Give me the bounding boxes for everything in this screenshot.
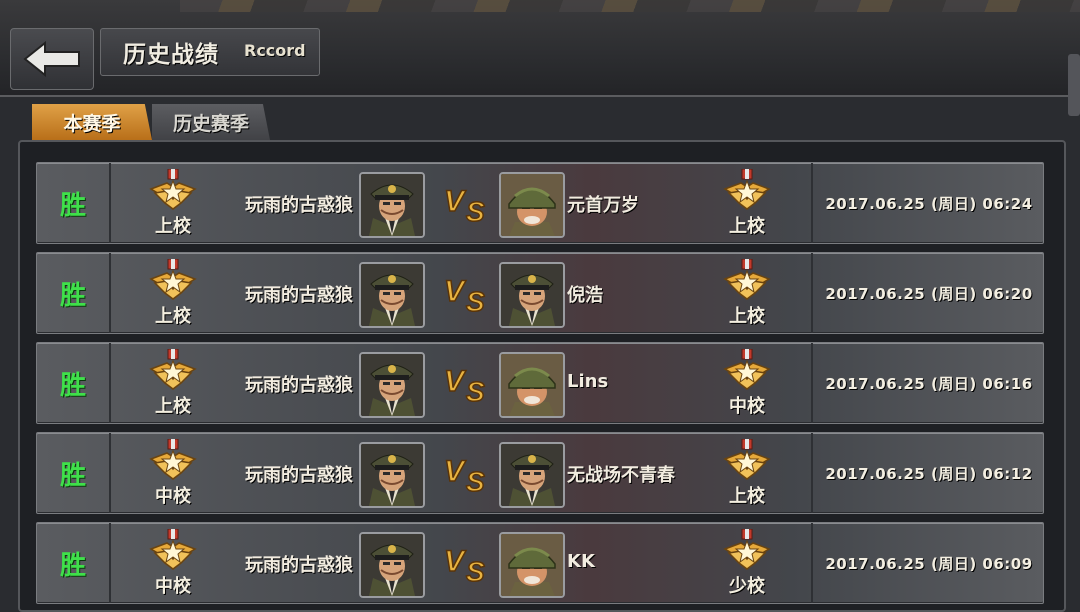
svg-text:V: V — [444, 275, 467, 308]
svg-text:S: S — [466, 196, 485, 225]
left-avatar[interactable] — [359, 532, 425, 598]
svg-text:V: V — [444, 185, 467, 218]
vs-icon: V S — [442, 361, 492, 408]
record-row[interactable]: 胜 上校 玩雨的古惑狼 V S Lins 中校 2017.06.25 (周日) … — [36, 342, 1044, 424]
record-row[interactable]: 胜 上校 玩雨的古惑狼 V S 倪浩 上校 2017.06.25 (周日) 06… — [36, 252, 1044, 334]
title-panel: 历史战绩 Rccord — [100, 28, 320, 76]
right-avatar[interactable] — [499, 532, 565, 598]
right-rank: 上校 — [729, 486, 765, 507]
back-arrow-icon — [23, 41, 80, 77]
result-label: 胜 — [37, 523, 111, 603]
right-avatar[interactable] — [499, 262, 565, 328]
right-player-name: Lins — [567, 371, 609, 392]
record-row[interactable]: 胜 中校 玩雨的古惑狼 V S 无战场不青春 上校 2017.06.25 (周日… — [36, 432, 1044, 514]
right-rank: 上校 — [729, 306, 765, 327]
record-row[interactable]: 胜 中校 玩雨的古惑狼 V S KK 少校 2017.06.25 (周日) 06… — [36, 522, 1044, 604]
tab-current-season[interactable]: 本赛季 — [32, 104, 152, 140]
page-title-english: Rccord — [244, 41, 306, 60]
match-time: 2017.06.25 (周日) 06:09 — [811, 523, 1045, 603]
rank-medal-icon — [723, 258, 771, 301]
left-player-name: 玩雨的古惑狼 — [245, 465, 353, 486]
right-rank: 少校 — [729, 576, 765, 597]
left-avatar[interactable] — [359, 352, 425, 418]
left-avatar[interactable] — [359, 442, 425, 508]
left-player-name: 玩雨的古惑狼 — [245, 555, 353, 576]
vs-icon: V S — [442, 451, 492, 498]
left-player-name: 玩雨的古惑狼 — [245, 375, 353, 396]
vs-icon: V S — [442, 271, 492, 318]
rank-medal-icon — [723, 438, 771, 481]
left-player-name: 玩雨的古惑狼 — [245, 195, 353, 216]
svg-text:V: V — [444, 545, 467, 578]
right-player-name: KK — [567, 551, 595, 572]
record-row[interactable]: 胜 上校 玩雨的古惑狼 V S 元首万岁 上校 2017.06.25 (周日) … — [36, 162, 1044, 244]
right-player-name: 倪浩 — [567, 285, 603, 306]
right-rank: 中校 — [729, 396, 765, 417]
vs-icon: V S — [442, 181, 492, 228]
vs-icon: V S — [442, 541, 492, 588]
svg-text:S: S — [466, 466, 485, 495]
right-avatar[interactable] — [499, 172, 565, 238]
tab-history-season[interactable]: 历史赛季 — [152, 104, 270, 140]
match-time: 2017.06.25 (周日) 06:12 — [811, 433, 1045, 513]
svg-text:S: S — [466, 376, 485, 405]
right-rank: 上校 — [729, 216, 765, 237]
record-list[interactable]: 胜 上校 玩雨的古惑狼 V S 元首万岁 上校 2017.06.25 (周日) … — [18, 140, 1066, 612]
back-button[interactable] — [10, 28, 94, 90]
rank-medal-icon — [723, 168, 771, 211]
svg-text:S: S — [466, 286, 485, 315]
match-time: 2017.06.25 (周日) 06:20 — [811, 253, 1045, 333]
side-handle — [1068, 54, 1080, 116]
svg-text:V: V — [444, 365, 467, 398]
rank-medal-icon — [723, 528, 771, 571]
left-avatar[interactable] — [359, 172, 425, 238]
svg-text:S: S — [466, 556, 485, 585]
rank-medal-icon — [723, 348, 771, 391]
match-time: 2017.06.25 (周日) 06:24 — [811, 163, 1045, 243]
match-time: 2017.06.25 (周日) 06:16 — [811, 343, 1045, 423]
result-label: 胜 — [37, 433, 111, 513]
page-title: 历史战绩 — [123, 42, 219, 68]
right-player-name: 元首万岁 — [567, 195, 639, 216]
right-avatar[interactable] — [499, 442, 565, 508]
result-label: 胜 — [37, 253, 111, 333]
left-player-name: 玩雨的古惑狼 — [245, 285, 353, 306]
right-avatar[interactable] — [499, 352, 565, 418]
result-label: 胜 — [37, 163, 111, 243]
svg-text:V: V — [444, 455, 467, 488]
result-label: 胜 — [37, 343, 111, 423]
left-avatar[interactable] — [359, 262, 425, 328]
right-player-name: 无战场不青春 — [567, 465, 675, 486]
